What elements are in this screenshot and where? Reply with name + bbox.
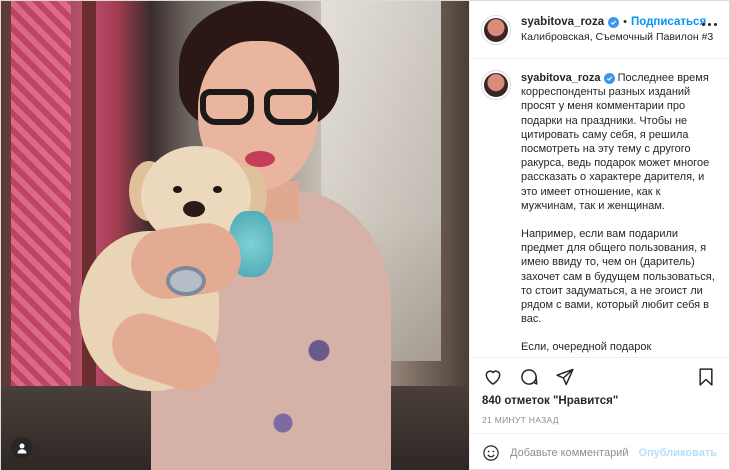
emoji-icon[interactable] bbox=[482, 444, 500, 462]
more-options-icon[interactable] bbox=[702, 23, 717, 26]
caption-paragraph: Например, если вам подарили предмет для … bbox=[521, 228, 715, 326]
comment-bar: Опубликовать bbox=[470, 433, 729, 470]
verified-badge-icon bbox=[603, 73, 615, 84]
username-link[interactable]: syabitova_roza bbox=[521, 16, 604, 28]
post-photo[interactable] bbox=[1, 1, 469, 470]
header-text: syabitova_roza • Подписаться Калибровска… bbox=[521, 16, 713, 43]
caption-paragraph: syabitova_roza Последнее время корреспон… bbox=[521, 71, 717, 213]
post-header: syabitova_roza • Подписаться Калибровска… bbox=[470, 1, 729, 59]
caption-paragraph: Если, очередной подарок bbox=[521, 341, 652, 354]
person-icon bbox=[17, 443, 27, 454]
comment-icon[interactable] bbox=[518, 366, 540, 388]
post-timestamp[interactable]: 21 МИНУТ НАЗАД bbox=[470, 411, 729, 433]
bookmark-icon[interactable] bbox=[695, 366, 717, 388]
post-container: syabitova_roza • Подписаться Калибровска… bbox=[0, 0, 730, 470]
location-link[interactable]: Калибровская, Съемочный Павилон #3 bbox=[521, 31, 713, 43]
comment-input[interactable] bbox=[510, 446, 629, 459]
header-row: syabitova_roza • Подписаться bbox=[521, 16, 713, 28]
share-icon[interactable] bbox=[554, 366, 576, 388]
follow-button[interactable]: Подписаться bbox=[631, 16, 706, 28]
caption-area: syabitova_roza Последнее время корреспон… bbox=[470, 59, 729, 357]
caption-body: syabitova_roza Последнее время корреспон… bbox=[521, 71, 717, 357]
caption-username-link[interactable]: syabitova_roza bbox=[521, 72, 600, 84]
heart-icon[interactable] bbox=[482, 366, 504, 388]
photo-puppy-nose bbox=[183, 201, 205, 217]
photo-glasses bbox=[196, 89, 322, 129]
photo-watch bbox=[166, 266, 206, 296]
separator-dot: • bbox=[623, 16, 627, 28]
photo-puppy-eye bbox=[213, 186, 222, 193]
avatar[interactable] bbox=[482, 15, 510, 44]
verified-badge-icon bbox=[608, 16, 620, 28]
photo-lips bbox=[245, 151, 275, 167]
publish-button[interactable]: Опубликовать bbox=[638, 447, 717, 459]
avatar[interactable] bbox=[482, 71, 510, 99]
user-tag-icon[interactable] bbox=[11, 437, 33, 459]
photo-bg-curtain bbox=[11, 1, 71, 396]
likes-count[interactable]: 840 отметок "Нравится" bbox=[470, 395, 729, 411]
post-sidebar: syabitova_roza • Подписаться Калибровска… bbox=[469, 1, 729, 470]
caption-text: Последнее время корреспонденты разных из… bbox=[521, 72, 710, 212]
action-bar bbox=[470, 357, 729, 395]
photo-puppy-eye bbox=[173, 186, 182, 193]
